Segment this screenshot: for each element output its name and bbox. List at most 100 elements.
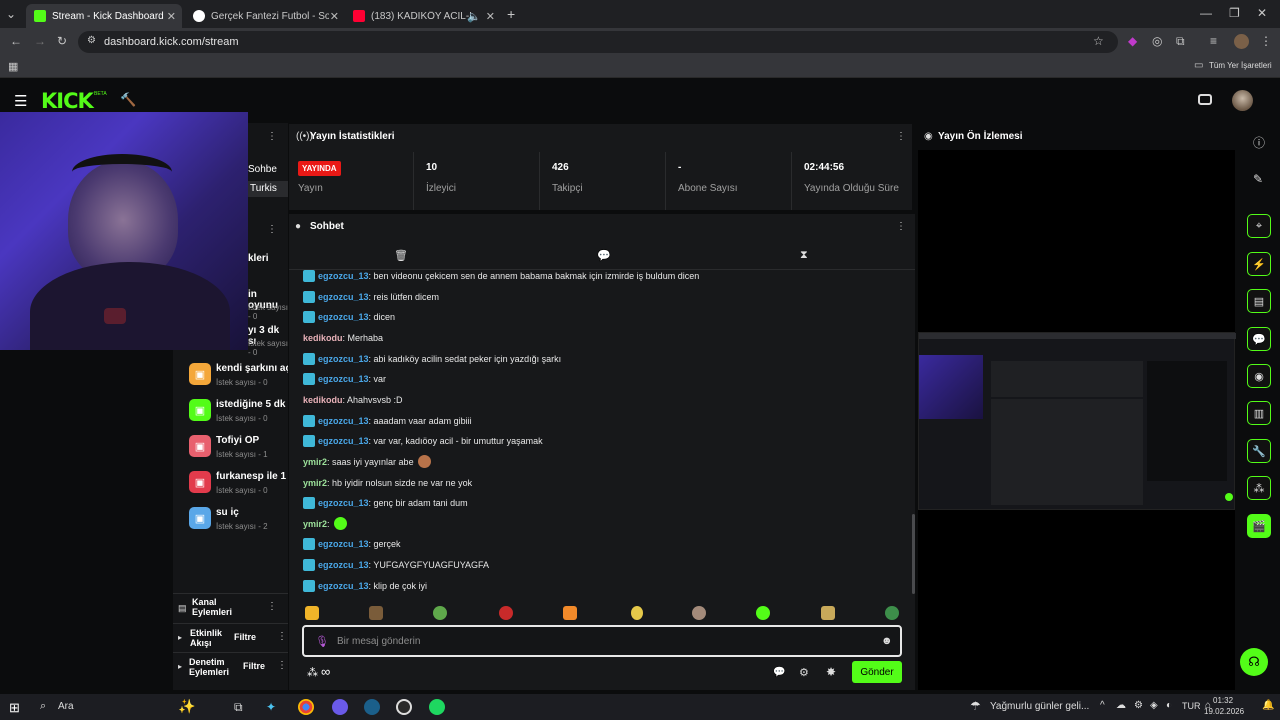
chat-mode-icon[interactable]: 💬 (597, 249, 611, 262)
back-icon[interactable]: ← (10, 34, 22, 48)
section-menu-icon[interactable]: ⋮ (267, 601, 277, 612)
chat-username[interactable]: egzozcu_13 (318, 498, 369, 508)
emote-icon[interactable] (692, 606, 706, 620)
tab-youtube[interactable]: (183) KADIKÖY ACİL-BİR U... 🔈 ✕ (345, 4, 501, 28)
task-view-icon[interactable]: ⧉ (234, 700, 243, 715)
search-icon[interactable]: ⌕ (40, 700, 46, 713)
chat-scrollbar[interactable] (912, 514, 915, 594)
panel-menu-icon[interactable]: ⋮ (267, 224, 277, 235)
reward-item[interactable]: ▣ kendi şarkını aç İstek sayısı - 0 (189, 361, 289, 395)
profile-avatar[interactable] (1234, 34, 1249, 49)
menu-kebab-icon[interactable]: ⋮ (1260, 34, 1272, 48)
edit-pencil-icon[interactable]: ✎ (1253, 172, 1263, 186)
tray-expand-icon[interactable]: ^ (1100, 700, 1105, 711)
chat-username[interactable]: egzozcu_13 (318, 436, 369, 446)
chat-username[interactable]: ymir2 (303, 478, 327, 488)
chat-username[interactable]: egzozcu_13 (318, 312, 369, 322)
rail-layers-icon[interactable]: ▥ (1247, 401, 1271, 425)
rail-clapperboard-icon[interactable]: 🎬 (1247, 514, 1271, 538)
emote-icon[interactable] (305, 606, 319, 620)
chat-message[interactable]: egzozcu_13: aaadam vaar adam gibiii (303, 414, 472, 428)
chrome-taskbar-icon[interactable] (298, 699, 314, 715)
chat-message[interactable]: egzozcu_13: klip de çok iyi (303, 579, 427, 593)
chat-username[interactable]: kedikodu (303, 333, 343, 343)
chat-message[interactable]: egzozcu_13: abi kadıköy acilin sedat pek… (303, 352, 561, 366)
support-headset-icon[interactable]: ☊ (1240, 648, 1268, 676)
chat-message[interactable]: egzozcu_13: var var, kadıöoy acil - bir … (303, 434, 543, 448)
rail-document-icon[interactable]: ▤ (1247, 289, 1271, 313)
media-controls-icon[interactable]: ≡ (1210, 34, 1217, 48)
chat-message[interactable]: egzozcu_13: dicen (303, 310, 395, 324)
rail-broadcast-icon[interactable]: ◉ (1247, 364, 1271, 388)
chat-message[interactable]: ymir2: saas iyi yayınlar abe (303, 455, 431, 469)
tab-kick-dashboard[interactable]: Stream - Kick Dashboard ✕ (26, 4, 182, 28)
chat-username[interactable]: ymir2 (303, 519, 327, 529)
chat-username[interactable]: egzozcu_13 (318, 271, 369, 281)
restore-icon[interactable]: ❐ (1229, 6, 1240, 20)
info-icon[interactable]: ⓘ (1253, 134, 1265, 151)
chat-username[interactable]: egzozcu_13 (318, 292, 369, 302)
emote-icon[interactable] (885, 606, 899, 620)
event-feed-section[interactable]: ▸ Etkinlik Akışı Filtre ⋮ (173, 623, 288, 652)
language-indicator[interactable]: TUR (1182, 701, 1201, 711)
extension-icon[interactable]: ◆ (1128, 34, 1137, 48)
chat-username[interactable]: kedikodu (303, 395, 343, 405)
section-menu-icon[interactable]: ⋮ (277, 660, 287, 671)
chat-message[interactable]: egzozcu_13: genç bir adam tani dum (303, 496, 468, 510)
chat-username[interactable]: egzozcu_13 (318, 560, 369, 570)
moderation-actions-section[interactable]: ▸ Denetim Eylemleri Filtre ⋮ (173, 652, 288, 682)
chat-message[interactable]: egzozcu_13: YUFGAYGFYUAGFUYAGFA (303, 558, 489, 572)
clock-time[interactable]: 01:32 (1213, 696, 1233, 705)
steam-taskbar-icon[interactable] (364, 699, 380, 715)
emote-icon[interactable] (821, 606, 835, 620)
site-info-icon[interactable]: ⚙ (87, 35, 96, 46)
clock-date[interactable]: 19.02.2026 (1204, 707, 1244, 716)
url-field[interactable]: ⚙ dashboard.kick.com/stream ☆ (78, 31, 1118, 53)
reward-item[interactable]: ▣ su iç İstek sayısı - 2 (189, 505, 289, 539)
tab-sorare[interactable]: Gerçek Fantezi Futbol - Sorare ✕ (185, 4, 345, 28)
badge-star-icon[interactable]: ✸ (826, 665, 836, 679)
close-icon[interactable]: ✕ (167, 10, 176, 23)
minimize-icon[interactable]: — (1200, 6, 1212, 20)
mic-icon[interactable]: 🎙 (315, 635, 329, 648)
rail-chat-icon[interactable]: 💬 (1247, 327, 1271, 351)
emote-icon[interactable] (631, 606, 643, 620)
rail-points-icon[interactable]: ⁂ (1247, 476, 1271, 500)
window-close-icon[interactable]: ✕ (1257, 6, 1267, 20)
reward-item[interactable]: ▣ Tofiyi ÖP İstek sayısı - 1 (189, 433, 289, 467)
chat-username[interactable]: egzozcu_13 (318, 374, 369, 384)
panel-menu-icon[interactable]: ⋮ (896, 221, 906, 232)
reload-icon[interactable]: ↻ (57, 34, 67, 48)
taskbar-search[interactable]: Ara (58, 701, 74, 712)
tray-icon[interactable]: ⚙ (1134, 700, 1143, 711)
chat-message[interactable]: egzozcu_13: var (303, 372, 386, 386)
chat-message[interactable]: ymir2: (303, 517, 347, 531)
all-bookmarks-link[interactable]: Tüm Yer İşaretleri (1209, 61, 1272, 70)
obs-taskbar-icon[interactable] (396, 699, 412, 715)
chat-username[interactable]: egzozcu_13 (318, 354, 369, 364)
chat-username[interactable]: egzozcu_13 (318, 581, 369, 591)
windows-start-icon[interactable]: ⊞ (9, 700, 20, 716)
rail-bolt-icon[interactable]: ⚡ (1247, 252, 1271, 276)
kick-logo[interactable]: KICK (41, 89, 94, 113)
chat-message[interactable]: kedikodu: Ahahvsvsb :D (303, 393, 403, 407)
chat-username[interactable]: egzozcu_13 (318, 416, 369, 426)
partial-chip[interactable]: Turkis (248, 181, 288, 197)
speaker-icon[interactable]: 🔈 (467, 10, 481, 23)
new-tab-icon[interactable]: + (507, 6, 515, 22)
emote-icon[interactable] (499, 606, 513, 620)
chevron-right-icon[interactable]: ▸ (178, 633, 182, 642)
extensions-puzzle-icon[interactable]: ⧉ (1176, 34, 1185, 49)
hourglass-icon[interactable]: ⧗ (800, 249, 808, 262)
points-icon[interactable]: ⁂ (307, 666, 318, 679)
settings-gear-icon[interactable]: ⚙ (799, 666, 809, 679)
emote-icon[interactable] (563, 606, 577, 620)
chat-username[interactable]: egzozcu_13 (318, 539, 369, 549)
chat-bubble-icon[interactable]: 💬 (773, 667, 785, 678)
emoji-icon[interactable]: ☻ (881, 635, 893, 647)
trash-icon[interactable]: 🗑 (394, 249, 408, 262)
tray-icon[interactable]: ☁ (1116, 700, 1126, 711)
close-icon[interactable]: ✕ (330, 10, 339, 23)
tray-icon[interactable]: ◈ (1150, 700, 1158, 711)
hamburger-menu-icon[interactable]: ☰ (14, 92, 27, 110)
